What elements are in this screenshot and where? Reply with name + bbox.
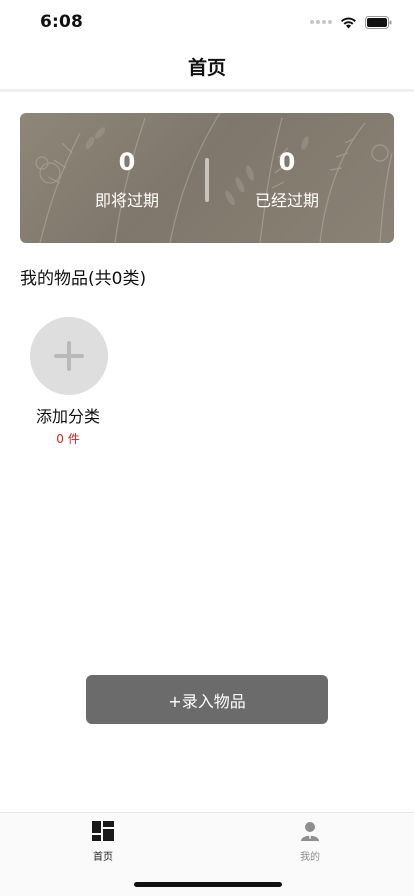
- page-title: 首页: [187, 57, 226, 79]
- add-item-button[interactable]: +录入物品: [86, 675, 328, 724]
- status-bar: 6:08: [0, 0, 414, 44]
- plus-icon[interactable]: [30, 317, 108, 395]
- battery-icon: [365, 15, 392, 29]
- tab-mine[interactable]: 我的: [270, 821, 350, 863]
- expiring-label: 即将过期: [94, 191, 159, 210]
- expiring-count: 0: [118, 148, 136, 176]
- tab-mine-label: 我的: [300, 852, 320, 863]
- nav-header: 首页: [0, 44, 414, 92]
- category-label: 添加分类: [35, 407, 100, 426]
- status-icons: [310, 15, 392, 29]
- dashboard-icon: [92, 821, 114, 841]
- wifi-icon: [341, 17, 356, 28]
- user-icon: [301, 822, 319, 841]
- expiring-stat[interactable]: 0 即将过期: [47, 147, 207, 211]
- tab-home-label: 首页: [93, 852, 113, 863]
- expired-count: 0: [278, 148, 296, 176]
- status-time: 6:08: [40, 12, 84, 32]
- add-category-item[interactable]: 添加分类 0 件: [24, 317, 114, 447]
- expiry-summary-card: 0 即将过期 0 已经过期: [20, 113, 394, 243]
- signal-icon: [310, 20, 332, 24]
- expired-stat[interactable]: 0 已经过期: [207, 147, 367, 211]
- my-items-title: 我的物品(共0类): [20, 269, 147, 289]
- expired-label: 已经过期: [254, 191, 319, 210]
- category-count: 0 件: [56, 432, 80, 446]
- home-indicator: [134, 882, 282, 887]
- tab-home[interactable]: 首页: [63, 821, 143, 863]
